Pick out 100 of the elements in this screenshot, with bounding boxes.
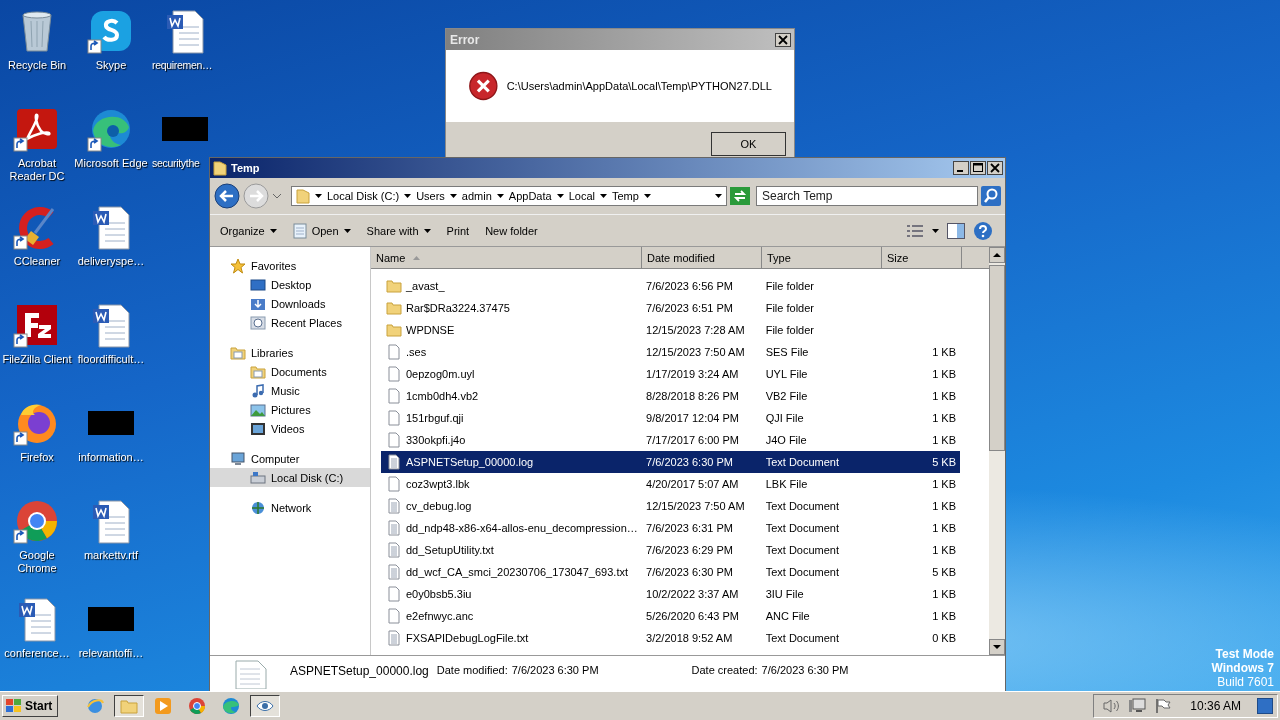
desktop-icon-label[interactable]: Google Chrome bbox=[0, 549, 74, 575]
address-bar[interactable]: Local Disk (C:) Users admin AppData Local Temp bbox=[291, 186, 727, 206]
file-row[interactable]: _avast_ 7/6/2023 6:56 PM File folder bbox=[381, 275, 960, 297]
file-row[interactable]: FXSAPIDebugLogFile.txt 3/2/2018 9:52 AM Text Document 0 KB bbox=[381, 627, 960, 649]
maximize-icon[interactable] bbox=[970, 161, 986, 175]
desktop-icon-label[interactable]: deliveryspe… bbox=[77, 255, 145, 268]
nav-item[interactable]: Desktop bbox=[210, 275, 370, 294]
desktop-icon-label[interactable]: Skype bbox=[95, 59, 127, 72]
ok-button[interactable]: OK bbox=[711, 132, 786, 156]
taskbar-button[interactable] bbox=[250, 695, 281, 717]
file-icon bbox=[386, 454, 402, 470]
close-icon[interactable] bbox=[987, 161, 1003, 175]
scrollbar[interactable] bbox=[989, 247, 1005, 655]
breadcrumb-item[interactable]: Local Disk (C:) bbox=[327, 190, 400, 202]
caret-icon bbox=[269, 228, 277, 233]
toolbar-button[interactable]: Print bbox=[442, 222, 474, 239]
refresh-icon[interactable] bbox=[730, 187, 750, 205]
nav-item[interactable]: Recent Places bbox=[210, 313, 370, 332]
show-desktop-icon[interactable] bbox=[1257, 696, 1273, 716]
desktop-icon-label[interactable]: Acrobat Reader DC bbox=[0, 157, 74, 183]
back-icon[interactable] bbox=[214, 183, 240, 209]
search-field[interactable]: Search Temp bbox=[756, 186, 978, 206]
toolbar-button[interactable]: New folder bbox=[481, 222, 542, 239]
desktop-icon-label[interactable]: securitythe bbox=[152, 157, 200, 170]
file-row[interactable]: e2efnwyc.anc 5/26/2020 6:43 PM ANC File 1 KB bbox=[381, 605, 960, 627]
nav-item[interactable]: Music bbox=[210, 381, 370, 400]
desktop-icon-label[interactable]: CCleaner bbox=[13, 255, 61, 268]
nav-item[interactable]: Videos bbox=[210, 419, 370, 438]
column-header[interactable]: Name bbox=[371, 247, 642, 269]
flag-icon[interactable] bbox=[1154, 698, 1173, 714]
close-icon[interactable] bbox=[775, 32, 791, 47]
file-type: 3IU File bbox=[765, 588, 804, 600]
column-header[interactable]: Type bbox=[762, 247, 882, 269]
nav-item[interactable]: Pictures bbox=[210, 400, 370, 419]
file-name: _avast_ bbox=[406, 280, 445, 292]
toolbar-button[interactable]: Organize bbox=[216, 222, 281, 239]
nav-item[interactable]: Computer bbox=[210, 449, 370, 468]
breadcrumb-item[interactable]: AppData bbox=[508, 190, 552, 202]
nav-item[interactable]: Downloads bbox=[210, 294, 370, 313]
toolbar-button[interactable]: Share with bbox=[362, 222, 435, 239]
file-row[interactable]: dd_ndp48-x86-x64-allos-enu_decompression… 7/6/2023 6:31 PM Text Document 1 KB bbox=[381, 517, 960, 539]
desktop-icon-label[interactable]: markettv.rtf bbox=[83, 549, 139, 562]
file-row[interactable]: 0epzog0m.uyl 1/17/2019 3:24 AM UYL File 1 KB bbox=[381, 363, 960, 385]
details-file-name: ASPNETSetup_00000.log bbox=[290, 664, 429, 678]
speaker-icon[interactable] bbox=[1102, 698, 1121, 714]
breadcrumb-item[interactable]: admin bbox=[461, 190, 492, 202]
computer-icon bbox=[230, 450, 246, 467]
nav-item[interactable]: Libraries bbox=[210, 343, 370, 362]
file-row[interactable]: 330okpfi.j4o 7/17/2017 6:00 PM J4O File 1 KB bbox=[381, 429, 960, 451]
file-row[interactable]: WPDNSE 12/15/2023 7:28 AM File folder bbox=[381, 319, 960, 341]
help-icon[interactable] bbox=[973, 220, 993, 241]
scroll-thumb[interactable] bbox=[989, 265, 1005, 451]
file-row[interactable]: dd_SetupUtility.txt 7/6/2023 6:29 PM Text Document 1 KB bbox=[381, 539, 960, 561]
desktop-icon-label[interactable]: requiremen… bbox=[152, 59, 213, 72]
column-header[interactable]: Size bbox=[882, 247, 962, 269]
file-row[interactable]: 1cmb0dh4.vb2 8/28/2018 8:26 PM VB2 File 1 KB bbox=[381, 385, 960, 407]
file-row[interactable]: coz3wpt3.lbk 4/20/2017 5:07 AM LBK File 1 KB bbox=[381, 473, 960, 495]
nav-item[interactable]: Documents bbox=[210, 362, 370, 381]
nav-item[interactable]: Local Disk (C:) bbox=[210, 468, 370, 487]
scroll-down-icon[interactable] bbox=[989, 639, 1005, 655]
file-type: File folder bbox=[765, 302, 814, 314]
toolbar-button[interactable]: Open bbox=[288, 220, 355, 241]
preview-pane-icon[interactable] bbox=[947, 222, 965, 239]
file-row[interactable]: 151rbguf.qji 9/8/2017 12:04 PM QJI File 1 KB bbox=[381, 407, 960, 429]
caret-icon bbox=[556, 194, 564, 198]
desktop-icon-label[interactable]: FileZilla Client bbox=[2, 353, 72, 366]
view-options-icon[interactable] bbox=[906, 223, 924, 238]
nav-item[interactable]: Favorites bbox=[210, 256, 370, 275]
notepad-icon bbox=[292, 222, 307, 239]
desktop-icon-label[interactable]: floordifficult… bbox=[77, 353, 145, 366]
drive-icon bbox=[250, 469, 266, 486]
folder-icon bbox=[386, 300, 402, 316]
scroll-up-icon[interactable] bbox=[989, 247, 1005, 263]
desktop-icon-label[interactable]: Firefox bbox=[20, 451, 54, 464]
desktop-icon-label[interactable]: information… bbox=[78, 451, 144, 464]
desktop-icon-label[interactable]: relevantoffi… bbox=[78, 647, 144, 660]
desktop-icon-label[interactable]: Recycle Bin bbox=[7, 59, 67, 72]
breadcrumb-item[interactable]: Temp bbox=[611, 190, 639, 202]
minimize-icon[interactable] bbox=[953, 161, 969, 175]
nav-item[interactable]: Network bbox=[210, 498, 370, 517]
desktop-icon-label[interactable]: Microsoft Edge bbox=[74, 157, 148, 170]
clock[interactable]: 10:36 AM bbox=[1190, 699, 1241, 713]
file-row[interactable]: e0y0bsb5.3iu 10/2/2022 3:37 AM 3IU File 1 KB bbox=[381, 583, 960, 605]
breadcrumb-item[interactable]: Local bbox=[568, 190, 595, 202]
caret-icon bbox=[496, 194, 504, 198]
search-icon[interactable] bbox=[981, 186, 1001, 206]
network-icon[interactable] bbox=[1128, 698, 1147, 714]
file-row[interactable]: Rar$DRa3224.37475 7/6/2023 6:51 PM File folder bbox=[381, 297, 960, 319]
breadcrumb-item[interactable]: Users bbox=[416, 190, 445, 202]
file-date: 9/8/2017 12:04 PM bbox=[646, 412, 740, 424]
desktop-icon-label[interactable]: conference… bbox=[4, 647, 70, 660]
taskbar-button[interactable] bbox=[114, 695, 145, 717]
file-row[interactable]: cv_debug.log 12/15/2023 7:50 AM Text Document 1 KB bbox=[381, 495, 960, 517]
file-row[interactable]: .ses 12/15/2023 7:50 AM SES File 1 KB bbox=[381, 341, 960, 363]
start-button[interactable]: Start bbox=[2, 695, 59, 717]
file-row[interactable]: ASPNETSetup_00000.log 7/6/2023 6:30 PM Text Document 5 KB bbox=[381, 451, 960, 473]
star-icon bbox=[230, 257, 246, 274]
file-row[interactable]: dd_wcf_CA_smci_20230706_173047_693.txt 7/6/2023 6:30 PM Text Document 5 KB bbox=[381, 561, 960, 583]
history-caret-icon[interactable] bbox=[272, 193, 282, 199]
column-header[interactable]: Date modified bbox=[642, 247, 762, 269]
